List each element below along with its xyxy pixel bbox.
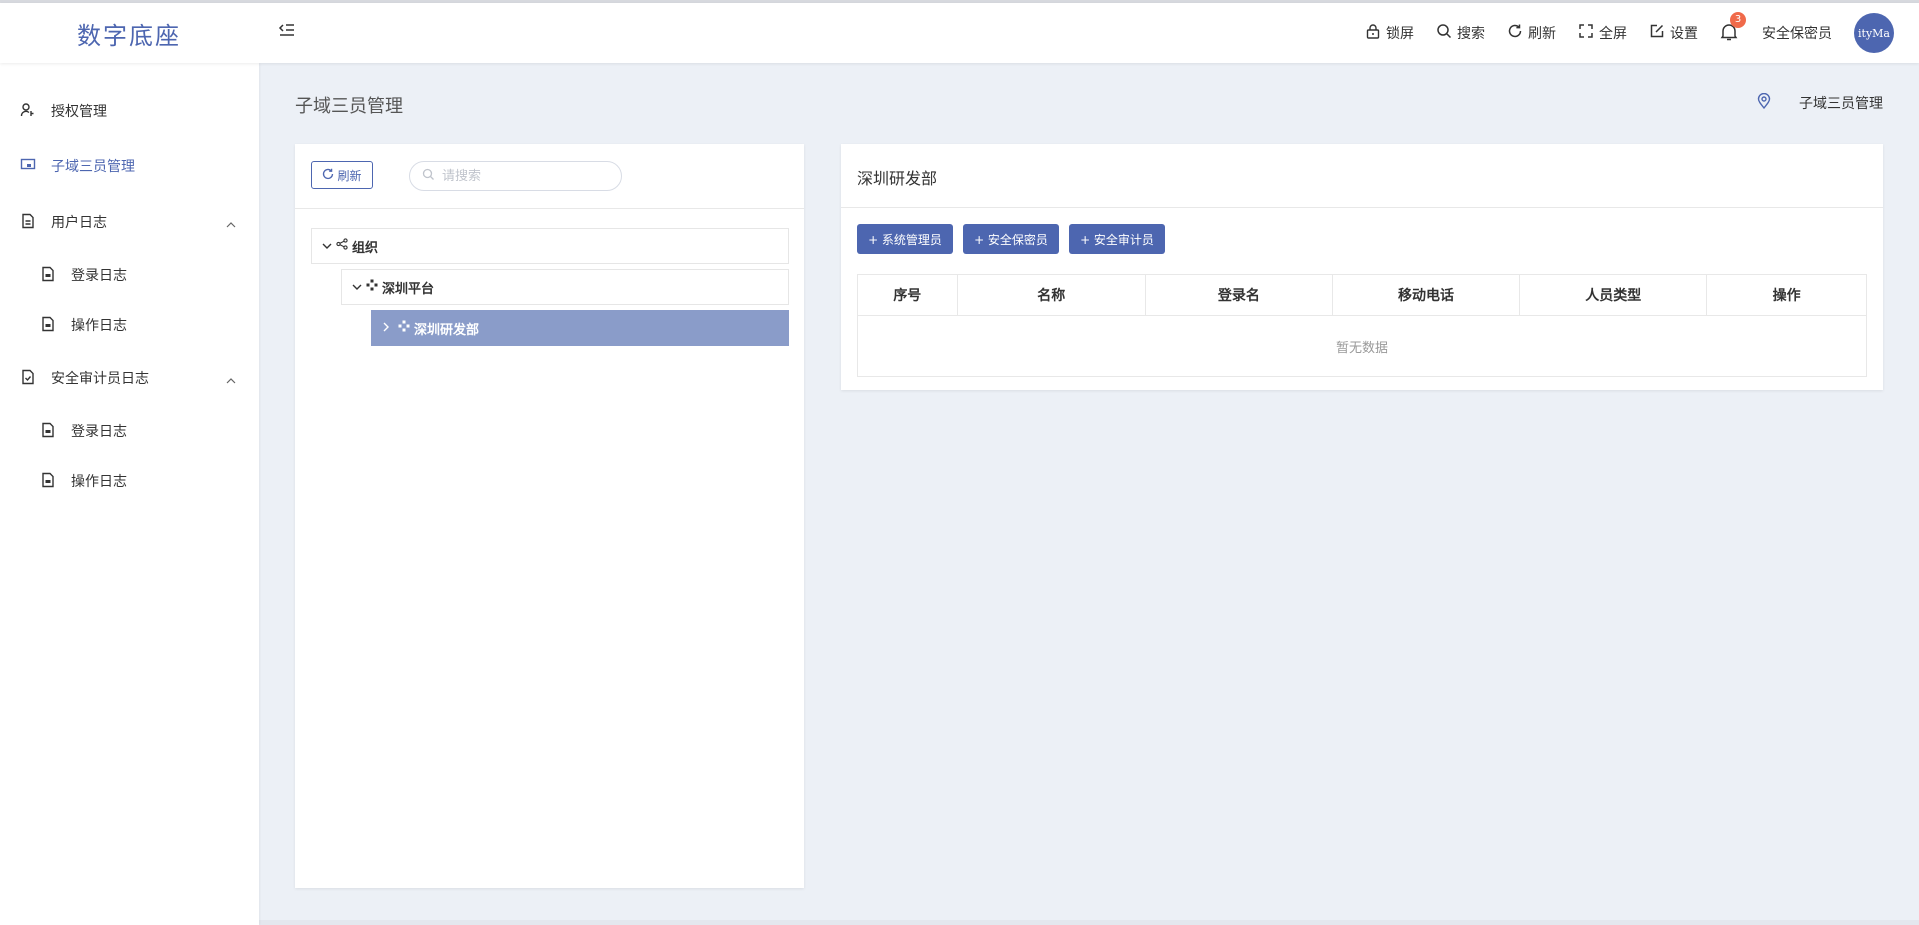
sidebar-item-authorization[interactable]: 授权管理 [0, 91, 259, 131]
user-key-icon [20, 102, 36, 122]
table-header-row: 序号 名称 登录名 移动电话 人员类型 操作 [857, 274, 1867, 316]
members-panel: 深圳研发部 + 系统管理员 + 安全保密员 + 安全审计员 序号 名称 登录名 … [841, 144, 1883, 390]
lock-screen-button[interactable]: 锁屏 [1365, 23, 1414, 43]
sidebar-item-user-login-log[interactable]: 登录日志 [0, 255, 259, 295]
chevron-up-icon [226, 217, 236, 233]
sidebar-item-label: 操作日志 [71, 318, 127, 334]
sidebar-item-label: 授权管理 [51, 104, 107, 120]
refresh-icon [322, 168, 337, 183]
members-table: 序号 名称 登录名 移动电话 人员类型 操作 暂无数据 [857, 274, 1867, 377]
tree-node-label: 组织 [352, 240, 379, 256]
tree-refresh-button[interactable]: 刷新 [311, 161, 373, 189]
fullscreen-icon [1578, 23, 1599, 43]
cluster-icon [398, 320, 414, 336]
sidebar-item-label: 登录日志 [71, 424, 127, 440]
fullscreen-button[interactable]: 全屏 [1578, 23, 1627, 43]
avatar[interactable]: ityMa [1854, 13, 1894, 53]
tree-search-box[interactable] [409, 161, 622, 191]
search-label: 搜索 [1457, 26, 1485, 42]
settings-button[interactable]: 设置 [1649, 23, 1698, 43]
username[interactable]: 安全保密员 [1762, 23, 1832, 43]
sidebar-item-label: 安全审计员日志 [51, 371, 149, 387]
sidebar-item-label: 用户日志 [51, 215, 107, 231]
tree-search-input[interactable] [440, 167, 614, 185]
column-header-actions[interactable]: 操作 [1706, 274, 1867, 316]
collapse-sidebar-icon[interactable] [278, 21, 298, 41]
document-check-icon [20, 369, 36, 389]
sidebar-item-audit-logs[interactable]: 安全审计员日志 [0, 358, 259, 398]
chevron-right-icon[interactable] [382, 321, 394, 336]
sidebar: 授权管理 子域三员管理 用户日志 登录日志 操作日志 安全审计员日志 登录日志 … [0, 63, 259, 925]
cluster-icon [366, 279, 382, 295]
subdomain-icon [20, 157, 36, 177]
header-actions: 锁屏 搜索 刷新 全屏 设置 3 安全保密员 ityMa [1343, 3, 1894, 63]
sidebar-item-subdomain-admins[interactable]: 子域三员管理 [0, 146, 259, 186]
document-icon [20, 213, 36, 233]
column-header-index[interactable]: 序号 [857, 274, 958, 316]
tree-node-shenzhen-rd[interactable]: 深圳研发部 [371, 310, 789, 346]
add-auditor-button[interactable]: + 安全审计员 [1069, 224, 1165, 254]
org-tree-panel: 刷新 组织 深圳平台 深圳研发部 [295, 144, 804, 888]
tree-node-shenzhen-platform[interactable]: 深圳平台 [341, 269, 789, 305]
bell-icon [1720, 24, 1738, 46]
document-icon [40, 266, 56, 286]
sidebar-item-label: 登录日志 [71, 268, 127, 284]
refresh-label: 刷新 [1528, 26, 1556, 42]
search-icon [410, 168, 440, 185]
edit-settings-icon [1649, 23, 1670, 43]
sidebar-item-user-operation-log[interactable]: 操作日志 [0, 305, 259, 345]
bottom-scrollbar-area [0, 920, 1919, 925]
search-button[interactable]: 搜索 [1436, 23, 1485, 43]
column-header-mobile[interactable]: 移动电话 [1331, 274, 1521, 316]
lock-icon [1365, 23, 1386, 43]
app-logo[interactable]: 数字底座 [0, 3, 258, 63]
share-nodes-icon [336, 238, 352, 254]
sidebar-item-audit-login-log[interactable]: 登录日志 [0, 411, 259, 451]
column-header-name[interactable]: 名称 [956, 274, 1146, 316]
document-icon [40, 472, 56, 492]
chevron-down-icon[interactable] [352, 280, 366, 295]
location-pin-icon [1757, 92, 1799, 113]
page-title: 子域三员管理 [295, 96, 403, 117]
breadcrumb-item[interactable]: 子域三员管理 [1799, 93, 1883, 113]
lock-screen-label: 锁屏 [1386, 26, 1414, 42]
document-icon [40, 316, 56, 336]
sidebar-item-label: 操作日志 [71, 474, 127, 490]
tree-node-label: 深圳平台 [382, 281, 435, 297]
column-header-login[interactable]: 登录名 [1144, 274, 1333, 316]
refresh-page-button[interactable]: 刷新 [1507, 23, 1556, 43]
settings-label: 设置 [1670, 26, 1698, 42]
empty-row: 暂无数据 [857, 315, 1867, 377]
chevron-up-icon [226, 373, 236, 389]
tree-toolbar: 刷新 [295, 144, 804, 209]
tree-node-label: 深圳研发部 [414, 322, 480, 338]
breadcrumb: 子域三员管理 [1757, 92, 1883, 113]
fullscreen-label: 全屏 [1599, 26, 1627, 42]
tree-refresh-label: 刷新 [337, 168, 362, 183]
sidebar-item-user-logs[interactable]: 用户日志 [0, 202, 259, 242]
column-header-type[interactable]: 人员类型 [1519, 274, 1708, 316]
add-system-admin-button[interactable]: + 系统管理员 [857, 224, 953, 254]
tree-node-org[interactable]: 组织 [311, 228, 789, 264]
sidebar-item-label: 子域三员管理 [51, 159, 135, 175]
notification-badge: 3 [1730, 12, 1746, 28]
divider [841, 207, 1883, 208]
top-header: 数字底座 锁屏 搜索 刷新 全屏 设置 3 安全保密员 ityMa [0, 3, 1919, 63]
panel-title: 深圳研发部 [857, 169, 938, 188]
notification-button[interactable]: 3 [1720, 12, 1746, 46]
search-icon [1436, 23, 1457, 43]
empty-state-text: 暂无数据 [857, 315, 1867, 377]
sidebar-item-audit-operation-log[interactable]: 操作日志 [0, 461, 259, 501]
refresh-icon [1507, 23, 1528, 43]
chevron-down-icon[interactable] [322, 239, 336, 254]
document-icon [40, 422, 56, 442]
add-security-officer-button[interactable]: + 安全保密员 [963, 224, 1059, 254]
